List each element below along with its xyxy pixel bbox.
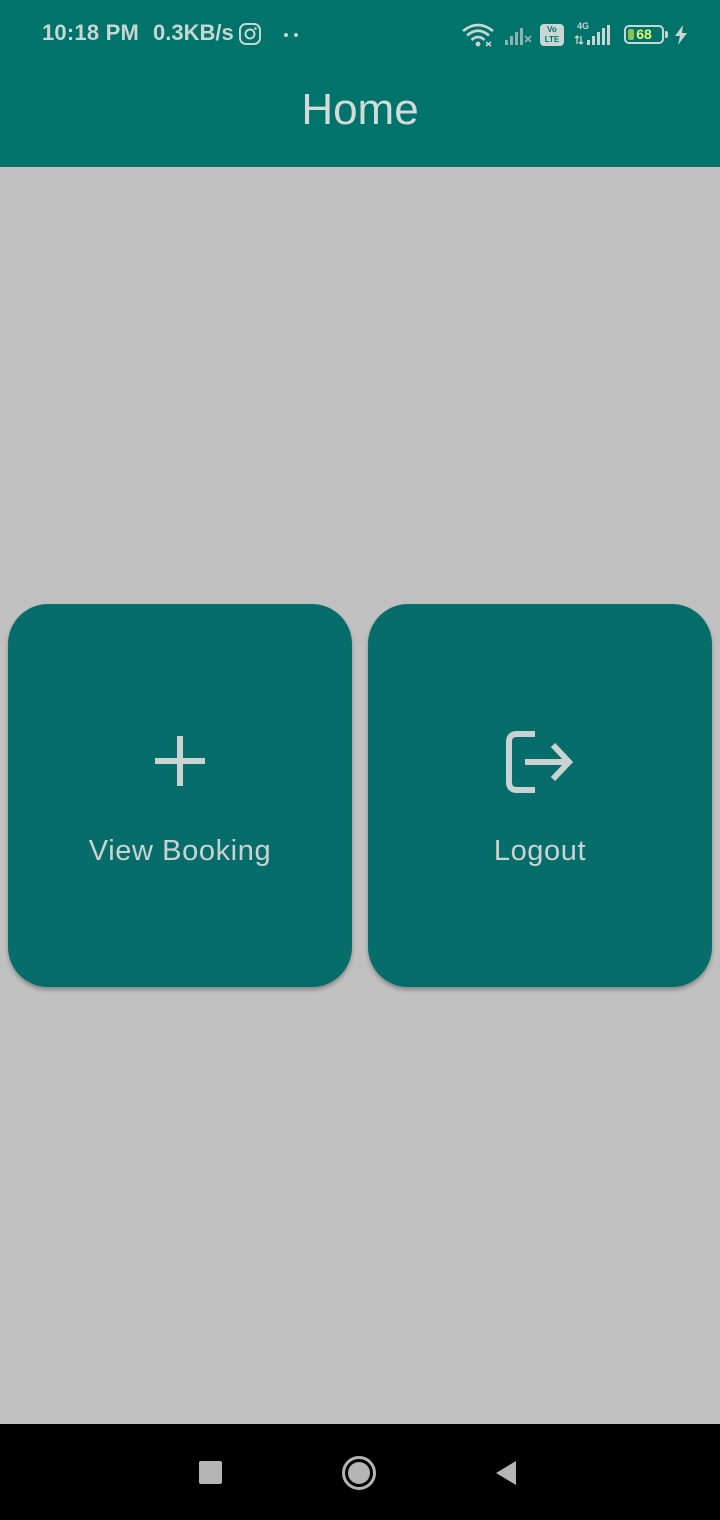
navigation-bar <box>0 1424 720 1520</box>
more-dots-icon <box>284 33 298 37</box>
charging-icon <box>675 25 687 45</box>
battery-level: 68 <box>636 26 652 42</box>
logout-icon <box>506 731 574 793</box>
back-icon[interactable] <box>494 1459 518 1487</box>
home-icon[interactable] <box>341 1455 377 1491</box>
network-speed: 0.3KB/s <box>153 20 234 45</box>
recents-icon[interactable] <box>199 1461 222 1484</box>
plus-icon <box>155 736 205 786</box>
signal-4g-icon <box>574 25 610 45</box>
status-time: 10:18 PM <box>42 20 139 45</box>
signal-icon <box>505 28 532 45</box>
app-header: 10:18 PM 0.3KB/s Vo LTE 4G 68 Home <box>0 0 720 167</box>
volte-icon: Vo LTE <box>540 24 564 46</box>
instagram-icon <box>239 23 261 45</box>
view-booking-label: View Booking <box>88 835 272 867</box>
volte-label: Vo LTE <box>544 25 560 44</box>
view-booking-button[interactable]: View Booking <box>8 604 352 987</box>
wifi-icon <box>462 23 494 47</box>
battery-icon: 68 <box>624 25 668 44</box>
page-title: Home <box>301 85 419 134</box>
logout-label: Logout <box>493 835 587 867</box>
logout-button[interactable]: Logout <box>368 604 712 987</box>
status-bar: 10:18 PM 0.3KB/s Vo LTE 4G 68 <box>0 0 720 70</box>
